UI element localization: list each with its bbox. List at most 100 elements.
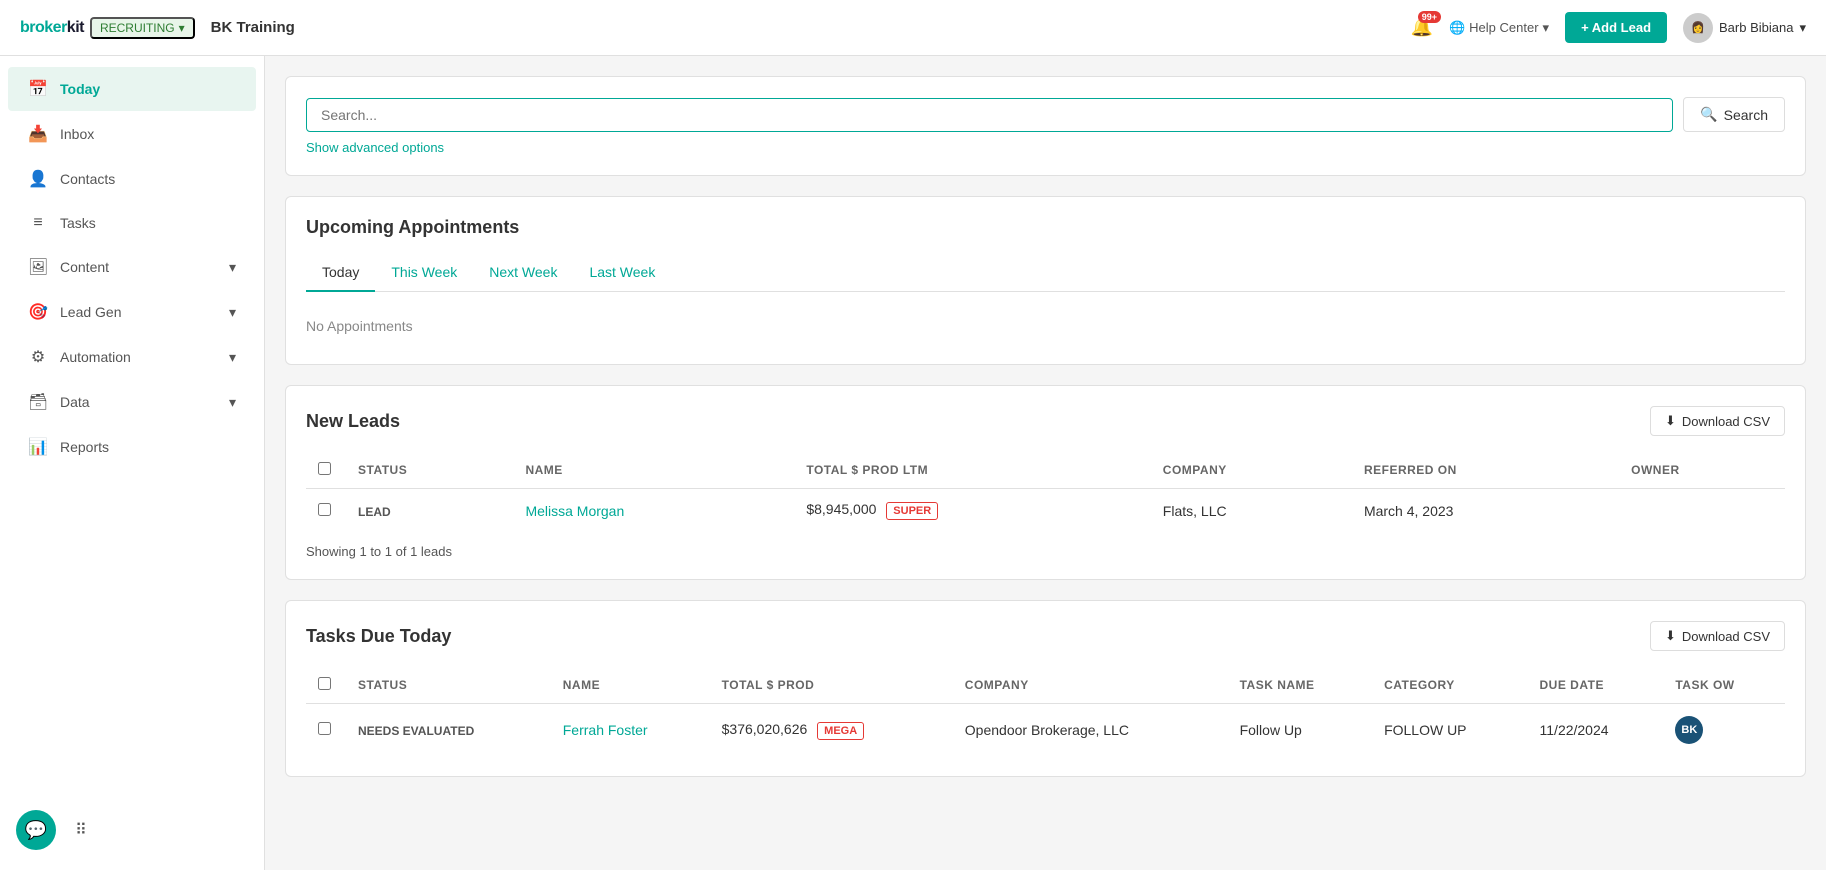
sidebar-item-label: Lead Gen bbox=[60, 304, 217, 320]
new-leads-table: STATUS NAME TOTAL $ PROD LTM COMPANY REF… bbox=[306, 452, 1785, 532]
data-icon: 🗃 bbox=[28, 392, 48, 412]
sidebar-item-label: Inbox bbox=[60, 126, 236, 142]
sidebar-item-data[interactable]: 🗃 Data ▾ bbox=[8, 380, 256, 424]
showing-text: Showing 1 to 1 of 1 leads bbox=[306, 544, 1785, 559]
task-row-checkbox-cell bbox=[306, 704, 346, 757]
contacts-icon: 👤 bbox=[28, 169, 48, 189]
row-owner bbox=[1619, 489, 1785, 533]
tasks-col-company: COMPANY bbox=[953, 667, 1228, 704]
search-row: 🔍 Search bbox=[306, 97, 1785, 132]
col-total-prod: TOTAL $ PROD LTM bbox=[794, 452, 1150, 489]
notifications-button[interactable]: 🔔 99+ bbox=[1411, 17, 1433, 38]
brand-logo-area: brokerkit RECRUITING ▾ BK Training bbox=[20, 17, 295, 39]
sidebar-item-label: Data bbox=[60, 394, 217, 410]
tasks-col-name: NAME bbox=[551, 667, 710, 704]
task-row-status: NEEDS EVALUATED bbox=[346, 704, 551, 757]
task-owner-avatar: BK bbox=[1675, 716, 1703, 744]
main-layout: 📅 Today 📥 Inbox 👤 Contacts ≡ Tasks 🖼 Con… bbox=[0, 56, 1826, 870]
download-tasks-label: Download CSV bbox=[1682, 629, 1770, 644]
appointments-title: Upcoming Appointments bbox=[306, 217, 519, 238]
topnav-right: 🔔 99+ 🌐 Help Center ▾ + Add Lead 👩 Barb … bbox=[1411, 12, 1806, 43]
tab-last-week[interactable]: Last Week bbox=[573, 254, 671, 292]
appointments-tabs: Today This Week Next Week Last Week bbox=[306, 254, 1785, 292]
chevron-down-icon: ▾ bbox=[1543, 20, 1550, 36]
no-appointments-text: No Appointments bbox=[306, 308, 1785, 344]
tasks-due-title: Tasks Due Today bbox=[306, 626, 451, 647]
help-center-button[interactable]: 🌐 Help Center ▾ bbox=[1449, 20, 1549, 36]
sidebar-item-label: Content bbox=[60, 259, 217, 275]
recruiting-dropdown[interactable]: RECRUITING ▾ bbox=[90, 17, 195, 39]
col-name: NAME bbox=[513, 452, 794, 489]
sidebar-item-today[interactable]: 📅 Today bbox=[8, 67, 256, 111]
help-label: Help Center bbox=[1469, 20, 1538, 35]
reports-icon: 📊 bbox=[28, 437, 48, 457]
search-input[interactable] bbox=[306, 98, 1673, 132]
download-leads-button[interactable]: ⬇ Download CSV bbox=[1650, 406, 1785, 436]
select-all-checkbox[interactable] bbox=[318, 462, 331, 475]
tasks-icon: ≡ bbox=[28, 214, 48, 232]
tab-this-week[interactable]: This Week bbox=[375, 254, 473, 292]
task-row-due-date: 11/22/2024 bbox=[1528, 704, 1664, 757]
search-button[interactable]: 🔍 Search bbox=[1683, 97, 1785, 132]
sidebar-item-leadgen[interactable]: 🎯 Lead Gen ▾ bbox=[8, 290, 256, 334]
recruiting-label: RECRUITING bbox=[100, 21, 175, 35]
tasks-select-all-checkbox[interactable] bbox=[318, 677, 331, 690]
sidebar-item-tasks[interactable]: ≡ Tasks bbox=[8, 202, 256, 244]
sidebar-item-label: Contacts bbox=[60, 171, 236, 187]
chevron-down-icon: ▾ bbox=[179, 21, 185, 35]
sidebar: 📅 Today 📥 Inbox 👤 Contacts ≡ Tasks 🖼 Con… bbox=[0, 56, 265, 870]
tasks-table: STATUS NAME TOTAL $ PROD COMPANY TASK NA… bbox=[306, 667, 1785, 756]
sidebar-item-contacts[interactable]: 👤 Contacts bbox=[8, 157, 256, 201]
new-leads-header: New Leads ⬇ Download CSV bbox=[306, 406, 1785, 436]
row-status: LEAD bbox=[346, 489, 513, 533]
task-row-task-name: Follow Up bbox=[1228, 704, 1372, 757]
row-name[interactable]: Melissa Morgan bbox=[513, 489, 794, 533]
task-row-category: FOLLOW UP bbox=[1372, 704, 1527, 757]
main-content: 🔍 Search Show advanced options Upcoming … bbox=[265, 56, 1826, 870]
sidebar-item-inbox[interactable]: 📥 Inbox bbox=[8, 112, 256, 156]
chevron-down-icon: ▾ bbox=[229, 394, 236, 411]
row-total-prod: $8,945,000 SUPER bbox=[794, 489, 1150, 533]
brand-logo: brokerkit bbox=[20, 19, 84, 37]
row-checkbox-cell bbox=[306, 489, 346, 533]
row-checkbox[interactable] bbox=[318, 503, 331, 516]
col-company: COMPANY bbox=[1151, 452, 1352, 489]
sidebar-item-reports[interactable]: 📊 Reports bbox=[8, 425, 256, 469]
chat-button[interactable]: 💬 bbox=[16, 810, 56, 850]
tasks-col-task-name: TASK NAME bbox=[1228, 667, 1372, 704]
tab-today[interactable]: Today bbox=[306, 254, 375, 292]
col-referred-on: REFERRED ON bbox=[1352, 452, 1619, 489]
tasks-col-total-prod: TOTAL $ PROD bbox=[710, 667, 953, 704]
select-all-header bbox=[306, 452, 346, 489]
sidebar-item-label: Today bbox=[60, 81, 236, 97]
download-tasks-button[interactable]: ⬇ Download CSV bbox=[1650, 621, 1785, 651]
leadgen-icon: 🎯 bbox=[28, 302, 48, 322]
task-row-total-prod: $376,020,626 MEGA bbox=[710, 704, 953, 757]
help-icon: 🌐 bbox=[1449, 20, 1465, 36]
grid-button[interactable]: ⠿ bbox=[66, 815, 96, 845]
task-row-name[interactable]: Ferrah Foster bbox=[551, 704, 710, 757]
tasks-col-owner: TASK OW bbox=[1663, 667, 1785, 704]
sidebar-item-content[interactable]: 🖼 Content ▾ bbox=[8, 245, 256, 289]
user-name: Barb Bibiana bbox=[1719, 20, 1793, 35]
bk-training-label: BK Training bbox=[211, 19, 295, 36]
sidebar-item-automation[interactable]: ⚙ Automation ▾ bbox=[8, 335, 256, 379]
add-lead-button[interactable]: + Add Lead bbox=[1565, 12, 1667, 43]
tab-next-week[interactable]: Next Week bbox=[473, 254, 573, 292]
user-menu-button[interactable]: 👩 Barb Bibiana ▾ bbox=[1683, 13, 1806, 43]
tasks-select-all-header bbox=[306, 667, 346, 704]
sidebar-item-label: Reports bbox=[60, 439, 236, 455]
content-icon: 🖼 bbox=[28, 257, 48, 277]
chevron-down-icon: ▾ bbox=[1799, 20, 1806, 36]
calendar-icon: 📅 bbox=[28, 79, 48, 99]
advanced-options-link[interactable]: Show advanced options bbox=[306, 140, 444, 155]
download-icon: ⬇ bbox=[1665, 413, 1676, 429]
task-row-checkbox[interactable] bbox=[318, 722, 331, 735]
sidebar-item-label: Automation bbox=[60, 349, 217, 365]
chevron-down-icon: ▾ bbox=[229, 349, 236, 366]
automation-icon: ⚙ bbox=[28, 347, 48, 367]
tasks-due-card: Tasks Due Today ⬇ Download CSV STATUS NA… bbox=[285, 600, 1806, 777]
avatar-image: 👩 bbox=[1691, 21, 1705, 34]
row-company: Flats, LLC bbox=[1151, 489, 1352, 533]
sidebar-item-label: Tasks bbox=[60, 215, 236, 231]
